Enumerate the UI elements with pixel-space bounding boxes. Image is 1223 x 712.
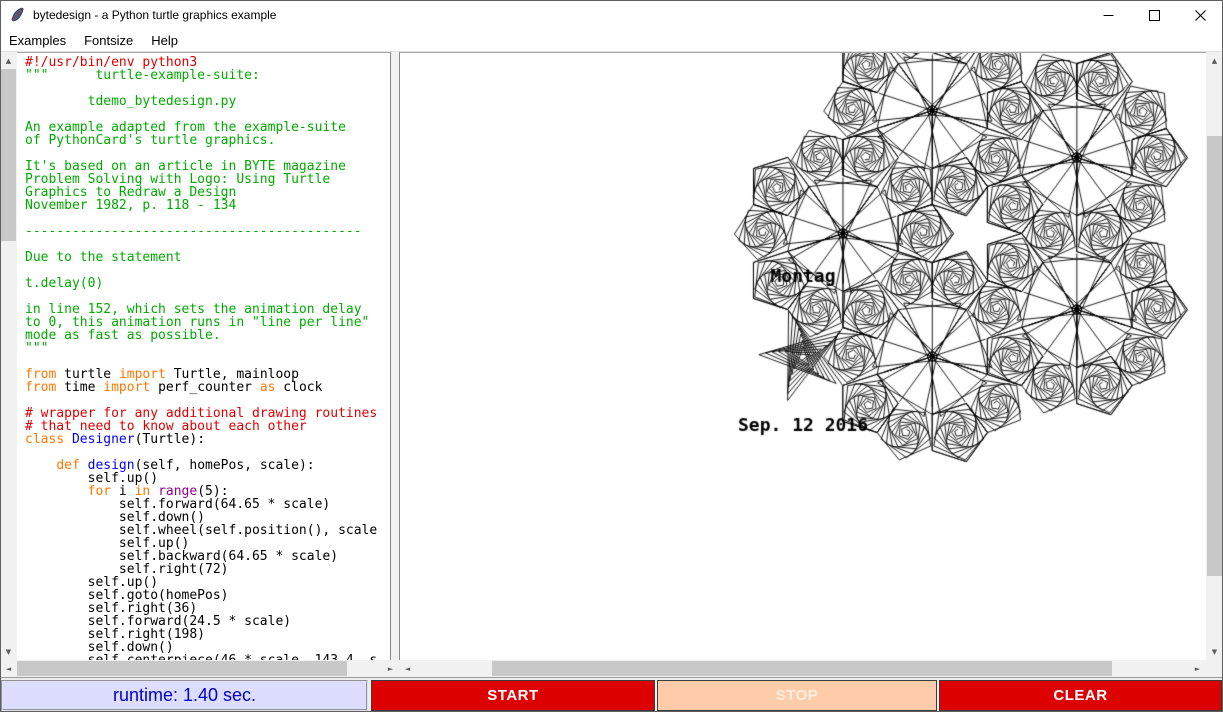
scroll-right-icon[interactable]: ► — [382, 660, 399, 677]
menubar: Examples Fontsize Help — [0, 30, 1223, 52]
code-vscroll-thumb[interactable] — [1, 69, 16, 241]
canvas-pane — [399, 52, 1206, 660]
scroll-up-icon[interactable]: ▲ — [0, 52, 17, 69]
canvas-hscroll-thumb[interactable] — [492, 661, 1112, 676]
scroll-right-icon[interactable]: ► — [1189, 660, 1206, 677]
clear-button[interactable]: CLEAR — [939, 680, 1222, 711]
code-line: """ turtle-example-suite: — [25, 69, 390, 82]
code-line: ----------------------------------------… — [25, 225, 390, 238]
scrollbar-corner — [1206, 660, 1223, 677]
app-icon — [9, 7, 25, 23]
runtime-label: runtime: 1.40 sec. — [1, 680, 368, 711]
pane-divider — [391, 52, 399, 660]
code-line: Due to the statement — [25, 251, 390, 264]
minimize-button[interactable] — [1085, 0, 1131, 30]
window-title: bytedesign - a Python turtle graphics ex… — [33, 8, 276, 22]
statusbar: runtime: 1.40 sec. START STOP CLEAR — [0, 677, 1223, 712]
menu-item-examples[interactable]: Examples — [0, 31, 75, 50]
scroll-down-icon[interactable]: ▼ — [0, 643, 17, 660]
maximize-icon — [1149, 10, 1160, 21]
code-editor[interactable]: #!/usr/bin/env python3""" turtle-example… — [17, 52, 391, 660]
scroll-left-icon[interactable]: ◄ — [399, 660, 416, 677]
code-vscrollbar[interactable]: ▲ ▼ — [0, 52, 17, 660]
scroll-left-icon[interactable]: ◄ — [0, 660, 17, 677]
code-line: November 1982, p. 118 - 134 — [25, 199, 390, 212]
menu-item-fontsize[interactable]: Fontsize — [75, 31, 142, 50]
minimize-icon — [1103, 10, 1114, 21]
code-hscrollbar[interactable]: ◄ ► — [0, 660, 399, 677]
start-button[interactable]: START — [371, 680, 655, 711]
close-icon — [1195, 10, 1206, 21]
scroll-up-icon[interactable]: ▲ — [1206, 52, 1223, 69]
code-line: """ — [25, 342, 390, 355]
code-line: mode as fast as possible. — [25, 329, 390, 342]
scroll-down-icon[interactable]: ▼ — [1206, 643, 1223, 660]
code-line: class Designer(Turtle): — [25, 433, 390, 446]
code-line: t.delay(0) — [25, 277, 390, 290]
code-hscroll-thumb[interactable] — [17, 661, 347, 676]
menu-item-help[interactable]: Help — [142, 31, 187, 50]
maximize-button[interactable] — [1131, 0, 1177, 30]
close-button[interactable] — [1177, 0, 1223, 30]
stop-button: STOP — [657, 680, 937, 711]
canvas-vscroll-thumb[interactable] — [1207, 136, 1222, 576]
canvas-hscrollbar[interactable]: ◄ ► — [399, 660, 1206, 677]
turtle-canvas[interactable] — [400, 53, 1206, 660]
code-line: from time import perf_counter as clock — [25, 381, 390, 394]
code-line: tdemo_bytedesign.py — [25, 95, 390, 108]
canvas-vscrollbar[interactable]: ▲ ▼ — [1206, 52, 1223, 660]
window-titlebar: bytedesign - a Python turtle graphics ex… — [0, 0, 1223, 30]
code-line: of PythonCard's turtle graphics. — [25, 134, 390, 147]
